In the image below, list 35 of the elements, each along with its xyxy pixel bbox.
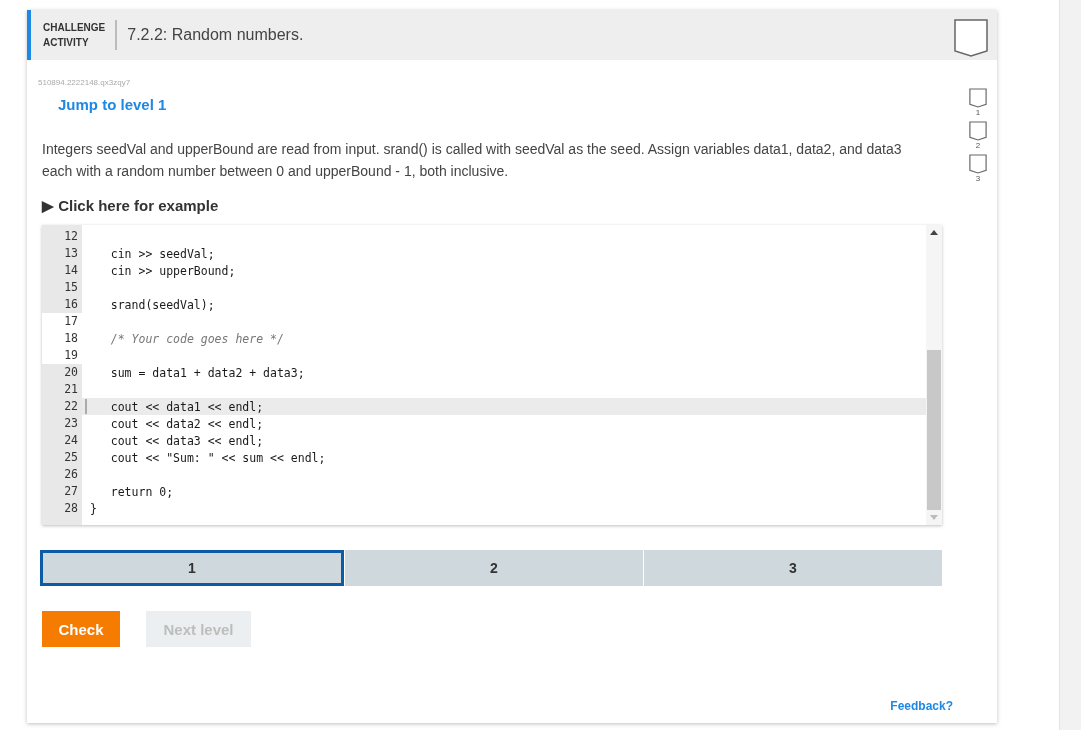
code-line: cout << data3 << endl; <box>109 433 264 448</box>
completion-badge-icon <box>954 19 988 57</box>
code-line: cout << "Sum: " << sum << endl; <box>109 450 326 465</box>
level-badge-icon <box>969 88 987 108</box>
code-line: cout << data1 << endl; <box>109 399 264 414</box>
code-line: sum = data1 + data2 + data3; <box>109 365 305 380</box>
line-number: 18 <box>42 330 82 347</box>
example-toggle[interactable]: ▶ Click here for example <box>42 197 219 215</box>
scroll-up-icon[interactable] <box>930 230 938 235</box>
code-line: cout << data2 << endl; <box>109 416 264 431</box>
activity-title: 7.2.2: Random numbers. <box>127 26 305 44</box>
jump-to-level-link[interactable]: Jump to level 1 <box>58 96 167 113</box>
line-number: 19 <box>42 347 82 364</box>
level-number: 1 <box>975 108 981 117</box>
page-scrollbar[interactable] <box>1059 0 1081 730</box>
activity-type-label: CHALLENGE ACTIVITY <box>43 20 118 50</box>
level-tab[interactable]: 2 <box>345 550 643 586</box>
code-line: } <box>90 501 97 516</box>
feedback-link[interactable]: Feedback? <box>890 699 953 713</box>
code-line: return 0; <box>109 484 174 499</box>
code-line: cin >> seedVal; <box>109 246 215 261</box>
instructions-text: Integers seedVal and upperBound are read from input. srand() is called with seedVal as the seed. Assign variables data1, data2, and data3 each with a random number between 0 and upperBound - 1, both inclusive. <box>42 140 903 181</box>
line-number: 17 <box>42 313 82 330</box>
code-line: cin >> upperBound; <box>109 263 236 278</box>
scroll-down-icon[interactable] <box>930 515 938 520</box>
level-number: 3 <box>975 174 981 183</box>
code-line: srand(seedVal); <box>109 297 215 312</box>
code-comment: /* Your code goes here */ <box>109 331 284 346</box>
activity-id: 510894.2222148.qx3zqy7 <box>38 78 132 87</box>
level-number: 2 <box>975 141 981 150</box>
level-tab[interactable]: 1 <box>40 550 344 586</box>
level-tab[interactable]: 3 <box>644 550 942 586</box>
level-badge-icon <box>969 121 987 141</box>
scrollbar[interactable] <box>926 225 942 525</box>
level-badge-icon <box>969 154 987 174</box>
